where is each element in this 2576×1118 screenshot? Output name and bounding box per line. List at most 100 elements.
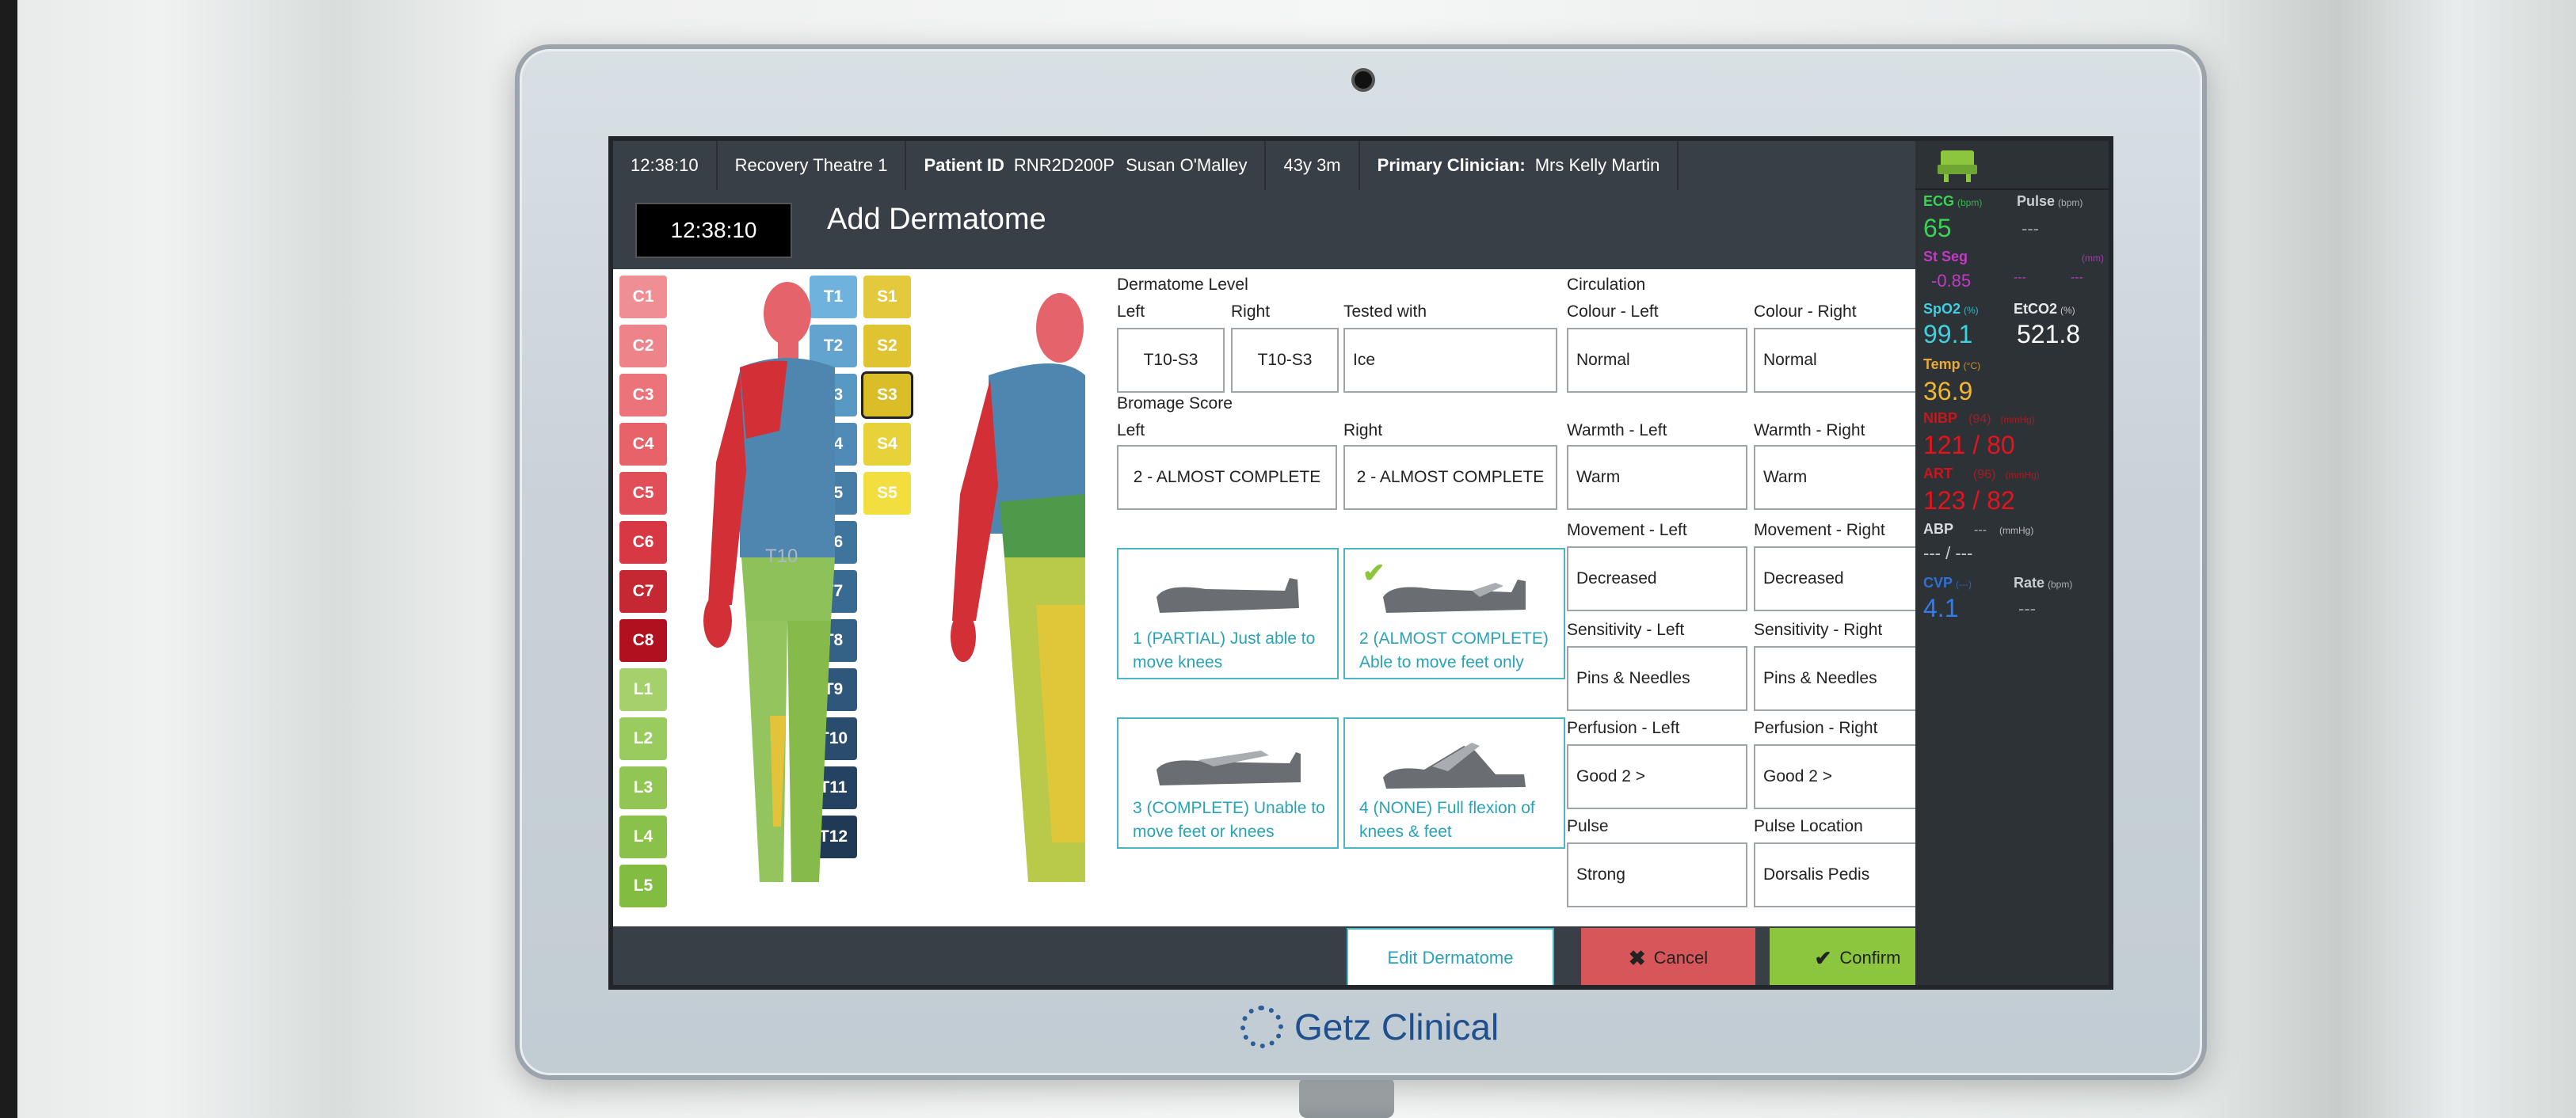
movement-left-field[interactable]: Decreased	[1567, 546, 1747, 611]
warmth-right-field[interactable]: Warm	[1754, 445, 1934, 510]
sensitivity-left-label: Sensitivity - Left	[1567, 621, 1685, 639]
edit-dermatome-button[interactable]: Edit Dermatome	[1347, 928, 1554, 985]
dermatome-key-c2[interactable]: C2	[619, 325, 667, 367]
dermatome-key-s1[interactable]: S1	[863, 276, 911, 318]
perfusion-right-label: Perfusion - Right	[1754, 719, 1878, 737]
dermatome-key-c7[interactable]: C7	[619, 570, 667, 613]
monitor-icon[interactable]	[1936, 147, 1979, 184]
st-seg-label: St Seg	[1923, 249, 1968, 264]
dermatome-key-s2[interactable]: S2	[863, 325, 911, 367]
brand-logo: Getz Clinical	[1240, 999, 1499, 1055]
sensitivity-left-field[interactable]: Pins & Needles	[1567, 646, 1747, 711]
dermatome-key-c6[interactable]: C6	[619, 521, 667, 564]
dermatome-key-l3[interactable]: L3	[619, 766, 667, 809]
warmth-right-label: Warmth - Right	[1754, 421, 1865, 439]
bromage-option-4[interactable]: 4 (NONE) Full flexion of knees & feet	[1343, 717, 1565, 849]
bromage-option-1[interactable]: 1 (PARTIAL) Just able to move knees	[1117, 548, 1339, 679]
dermatome-key-l5[interactable]: L5	[619, 865, 667, 907]
confirm-label: Confirm	[1839, 948, 1901, 968]
movement-right-field[interactable]: Decreased	[1754, 546, 1934, 611]
leg-complete-icon	[1157, 751, 1301, 785]
dermatome-key-l2[interactable]: L2	[619, 717, 667, 760]
bromage-left-field[interactable]: 2 - ALMOST COMPLETE	[1117, 445, 1337, 510]
st-seg-unit: (mm)	[2082, 253, 2104, 264]
level-right-label: Right	[1231, 302, 1271, 321]
bromage-option-3[interactable]: 3 (COMPLETE) Unable to move feet or knees	[1117, 717, 1339, 849]
patient-bar: 12:38:10 Recovery Theatre 1 Patient ID R…	[613, 141, 1915, 190]
dermatome-key-s4[interactable]: S4	[863, 423, 911, 466]
etco2-value: 521.8	[2017, 320, 2081, 348]
pulse-label: Pulse	[1567, 817, 1609, 835]
perfusion-right-field[interactable]: Good 2 >	[1754, 744, 1934, 809]
pulse-location-label: Pulse Location	[1754, 817, 1863, 835]
patient-info[interactable]: Patient ID RNR2D200P Susan O'Malley	[906, 141, 1267, 190]
header-clock: 12:38:10	[635, 203, 792, 258]
camera-icon	[1351, 68, 1375, 92]
bromage-left-label: Left	[1117, 421, 1145, 439]
brand-name: Getz Clinical	[1294, 1006, 1499, 1048]
clinician-label: Primary Clinician:	[1377, 155, 1526, 175]
location[interactable]: Recovery Theatre 1	[718, 141, 907, 190]
dermatome-key-l1[interactable]: L1	[619, 668, 667, 711]
body-back-figure[interactable]: S3	[941, 272, 1085, 898]
dermatome-key-c8[interactable]: C8	[619, 619, 667, 662]
bromage-right-field[interactable]: 2 - ALMOST COMPLETE	[1343, 445, 1557, 510]
dermatome-key-s3[interactable]: S3	[861, 371, 913, 419]
sensitivity-right-field[interactable]: Pins & Needles	[1754, 646, 1934, 711]
dermatome-key-c3[interactable]: C3	[619, 374, 667, 416]
bromage-right-label: Right	[1343, 421, 1383, 439]
pulse-field[interactable]: Strong	[1567, 842, 1747, 907]
warmth-left-field[interactable]: Warm	[1567, 445, 1747, 510]
level-right-field[interactable]: T10-S3	[1231, 328, 1339, 393]
dermatome-key-s5[interactable]: S5	[863, 472, 911, 515]
ecg-value: 65	[1923, 214, 1952, 242]
bromage-option-4-text: 4 (NONE) Full flexion of knees & feet	[1359, 799, 1535, 841]
art-value: 123 / 82	[1923, 486, 2015, 515]
patient-name: Susan O'Malley	[1126, 155, 1248, 175]
dermatome-key-c1[interactable]: C1	[619, 276, 667, 318]
page-title: Add Dermatome	[827, 203, 1046, 236]
front-level-label: T10	[765, 546, 798, 567]
movement-right-label: Movement - Right	[1754, 521, 1885, 539]
temp-value: 36.9	[1923, 377, 1973, 405]
perfusion-left-field[interactable]: Good 2 >	[1567, 744, 1747, 809]
back-level-label: S3	[1071, 674, 1085, 695]
st-seg-value: -0.85	[1931, 271, 1972, 291]
movement-left-label: Movement - Left	[1567, 521, 1687, 539]
bromage-option-2-text: 2 (ALMOST COMPLETE) Able to move feet onl…	[1359, 629, 1549, 671]
tested-with-label: Tested with	[1343, 302, 1427, 321]
colour-right-field[interactable]: Normal	[1754, 328, 1934, 393]
abp-label: ABP --- (mmHg)	[1923, 521, 2034, 537]
leg-almost-complete-icon	[1383, 580, 1526, 613]
pulse-value: ---	[2022, 219, 2039, 238]
pulse-location-field[interactable]: Dorsalis Pedis	[1754, 842, 1934, 907]
patient-id-label: Patient ID	[924, 155, 1004, 175]
spo2-value: 99.1	[1923, 320, 1973, 348]
vitals-divider	[1915, 188, 2109, 190]
bromage-option-2[interactable]: ✔ 2 (ALMOST COMPLETE) Able to move feet o…	[1343, 548, 1565, 679]
leg-partial-icon	[1157, 578, 1299, 613]
dermatome-key-l4[interactable]: L4	[619, 816, 667, 858]
dermatome-key-c5[interactable]: C5	[619, 472, 667, 515]
dermatome-key-c4[interactable]: C4	[619, 423, 667, 466]
bromage-option-3-text: 3 (COMPLETE) Unable to move feet or knees	[1133, 799, 1325, 841]
nibp-label: NIBP (94) (mmHg)	[1923, 410, 2035, 426]
monitor-stand	[1299, 1077, 1394, 1118]
circulation-label: Circulation	[1567, 276, 1646, 294]
colour-left-field[interactable]: Normal	[1567, 328, 1747, 393]
perfusion-left-label: Perfusion - Left	[1567, 719, 1680, 737]
dermatome-panel: C1C2C3C4C5C6C7C8 L1L2L3L4L5 T1T2T3T4T5T6…	[613, 269, 1934, 926]
body-front-figure[interactable]: T10	[684, 272, 843, 898]
cancel-button[interactable]: ✖ Cancel	[1581, 928, 1755, 985]
clinician-name: Mrs Kelly Martin	[1534, 155, 1660, 175]
patient-id: RNR2D200P	[1013, 155, 1115, 175]
nibp-value: 121 / 80	[1923, 431, 2015, 459]
st-seg-value-3: ---	[2071, 271, 2083, 284]
page-header: 12:38:10 Add Dermatome	[613, 190, 1915, 269]
edit-dermatome-label: Edit Dermatome	[1387, 948, 1514, 968]
clinician-info[interactable]: Primary Clinician: Mrs Kelly Martin	[1360, 141, 1679, 190]
colour-left-label: Colour - Left	[1567, 302, 1659, 321]
tested-with-field[interactable]: Ice	[1343, 328, 1557, 393]
screen: 12:38:10 Recovery Theatre 1 Patient ID R…	[608, 136, 2113, 990]
level-left-field[interactable]: T10-S3	[1117, 328, 1225, 393]
